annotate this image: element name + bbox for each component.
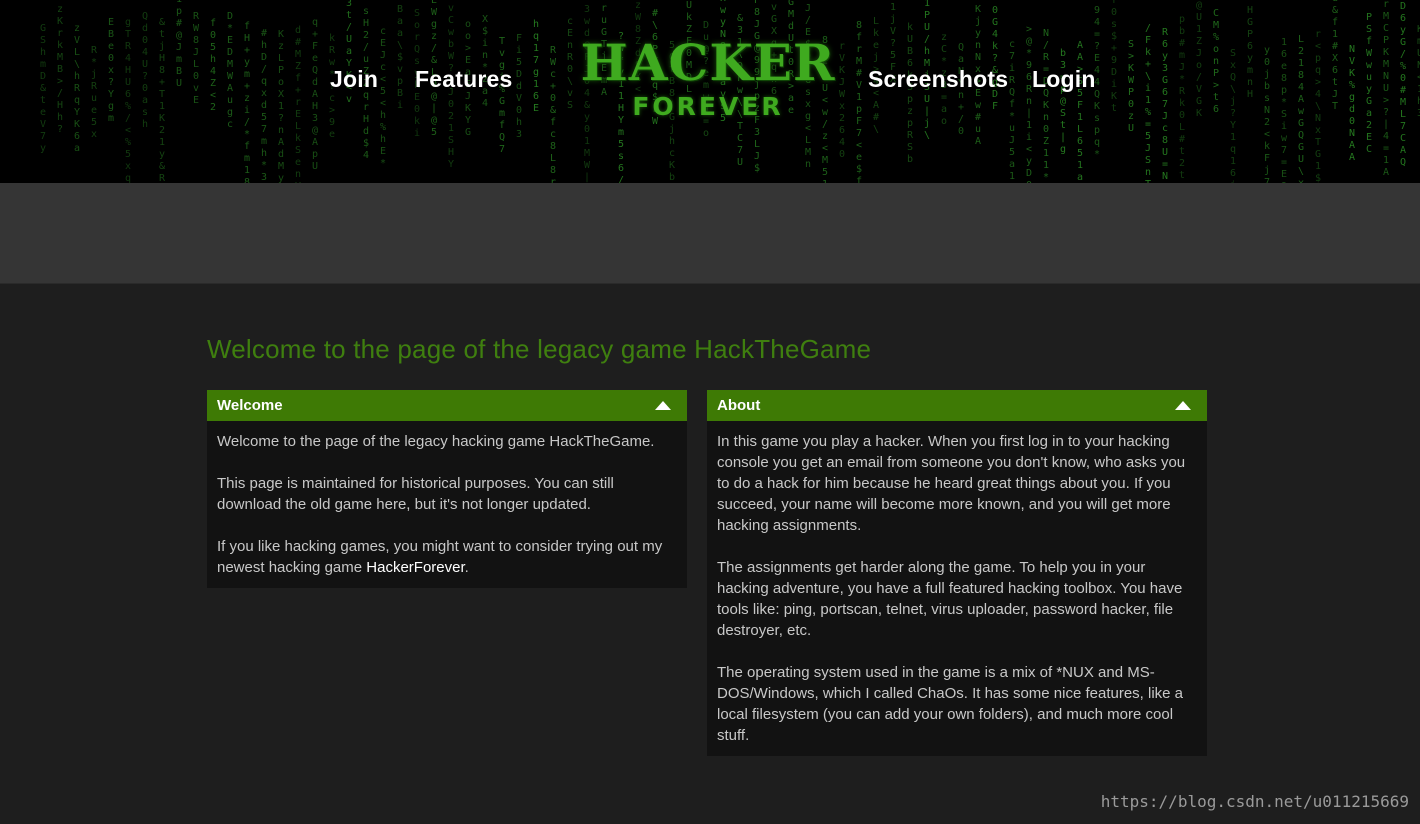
matrix-rain-column: A A > S 5 F 1 L 6 5 1 a bbox=[1077, 40, 1084, 183]
matrix-rain-column: 0 G 4 k ? & g D F bbox=[992, 5, 999, 112]
matrix-rain-column: S > K W P 0 z U bbox=[1128, 39, 1135, 134]
matrix-rain-column: F i 5 D d V 0 h 3 bbox=[516, 33, 523, 140]
matrix-rain-column: u & f 1 # X 6 t J T bbox=[1332, 0, 1339, 112]
logo-sub-text: FOREVER bbox=[632, 92, 784, 121]
matrix-rain-column: h q 1 7 g 1 6 E bbox=[533, 19, 540, 114]
matrix-rain-column: E B e 0 x ? Y g m bbox=[108, 17, 115, 124]
matrix-rain-column: G S h m D & t e V 7 y bbox=[40, 23, 47, 154]
welcome-paragraph-2: This page is maintained for historical p… bbox=[217, 475, 614, 513]
nav-screenshots[interactable]: Screenshots bbox=[868, 66, 1008, 93]
matrix-rain-column: z K r k M B > / H h ? bbox=[57, 4, 64, 135]
matrix-rain-column: * H G P 6 y m n H bbox=[1247, 0, 1254, 100]
matrix-rain-column: B a a \ $ v p B i bbox=[397, 4, 404, 111]
matrix-rain-column: c E J c < 5 < h % h E * bbox=[380, 26, 387, 169]
matrix-rain-column: N / R = D Q K n 0 Z 1 1 * B bbox=[1043, 28, 1050, 183]
matrix-rain-column: b 3 = p @ S t | g bbox=[1060, 48, 1067, 155]
matrix-rain-column: L 2 1 8 4 A w G Q G U \ x bbox=[1298, 34, 1305, 183]
page-title: Welcome to the page of the legacy game H… bbox=[207, 334, 872, 364]
welcome-paragraph-3-end: . bbox=[464, 559, 469, 576]
matrix-rain-column: P S f W w u y G a 2 E C bbox=[1366, 12, 1373, 155]
matrix-rain-column: > @ * 9 6 R n | 1 i < y D 0 bbox=[1026, 24, 1033, 183]
matrix-rain-column: S x Q \ j ? Y 1 q 1 6 j n D bbox=[1230, 48, 1237, 183]
matrix-rain-column: N V K % g d 0 N A A bbox=[1349, 44, 1356, 163]
matrix-rain-column: g T R 4 H U 6 % / < % 5 x q bbox=[125, 17, 132, 183]
welcome-paragraph-1: Welcome to the page of the legacy hackin… bbox=[217, 433, 655, 450]
matrix-rain-column: d # M Z f + r E L k S e n Y A bbox=[295, 25, 302, 183]
welcome-panel-title: Welcome bbox=[217, 397, 283, 414]
matrix-rain-column: D 6 y G / % 0 # M L 7 C A Q bbox=[1400, 1, 1407, 168]
matrix-rain-column: 8 f r M # V 1 p F 7 < e $ f bbox=[856, 20, 863, 183]
caret-up-icon[interactable] bbox=[655, 401, 671, 410]
hackerforever-link[interactable]: HackerForever bbox=[366, 559, 464, 576]
matrix-rain-column: Q d 0 4 U ? 0 a s h bbox=[142, 11, 149, 130]
matrix-rain-column: f 0 s $ + 9 D i K t bbox=[1111, 0, 1118, 114]
about-panel-body: In this game you play a hacker. When you… bbox=[707, 421, 1207, 756]
welcome-panel: Welcome Welcome to the page of the legac… bbox=[207, 390, 687, 588]
matrix-rain-column: f H + y m + z i / * f m 1 8 = bbox=[244, 21, 251, 183]
matrix-rain-column: T v g i % G m f Q 7 bbox=[499, 36, 506, 155]
watermark-url: https://blog.csdn.net/u011215669 bbox=[1100, 792, 1409, 811]
about-panel: About In this game you play a hacker. Wh… bbox=[707, 390, 1207, 756]
caret-up-icon[interactable] bbox=[1175, 401, 1191, 410]
matrix-rain-column: k U B 6 k S p z p R S b bbox=[907, 22, 914, 165]
welcome-panel-header[interactable]: Welcome bbox=[207, 390, 687, 421]
matrix-rain-column: K z L P o X 1 ? n A d M y R 4 bbox=[278, 29, 285, 183]
matrix-rain-column: R W c + 0 & f c 8 L 8 r t Z bbox=[550, 45, 557, 183]
about-panel-title: About bbox=[717, 397, 761, 414]
matrix-rain-column: q + F e Q d A H 3 @ A p U bbox=[312, 17, 319, 172]
matrix-rain-column: C M % o n P > t 6 bbox=[1213, 8, 1220, 115]
matrix-rain-column: R * j R u e 5 x bbox=[91, 45, 98, 140]
welcome-paragraph-3: If you like hacking games, you might wan… bbox=[217, 536, 677, 578]
matrix-rain-column: # h D / q x d 5 7 m h * 3 B b bbox=[261, 28, 268, 183]
nav-features[interactable]: Features bbox=[415, 66, 512, 93]
matrix-rain-column: R W 8 J L 0 v E bbox=[193, 11, 200, 106]
matrix-rain-column: D * E D M W A u g c bbox=[227, 11, 234, 130]
hacker-forever-logo[interactable]: HACKER FOREVER bbox=[566, 32, 850, 128]
matrix-rain-column: & t j H 8 + T 1 K 2 1 y & R # bbox=[159, 17, 166, 183]
about-panel-header[interactable]: About bbox=[707, 390, 1207, 421]
matrix-rain-column: z V L \ h R q Y K 6 a bbox=[74, 23, 81, 154]
welcome-panel-body: Welcome to the page of the legacy hackin… bbox=[207, 421, 687, 588]
matrix-rain-column: f 0 5 h 4 Z < 2 bbox=[210, 18, 217, 113]
about-paragraph-1: In this game you play a hacker. When you… bbox=[717, 433, 1186, 534]
matrix-rain-column: c 7 i R Q f * u J 5 a 1 T % bbox=[1009, 39, 1016, 182]
matrix-rain-column: 1 p # @ J m B U bbox=[176, 0, 183, 89]
header-band bbox=[0, 183, 1420, 284]
nav-login[interactable]: Login bbox=[1032, 66, 1096, 93]
matrix-rain-column: / F k + \ i 1 % = 5 J S n T bbox=[1145, 23, 1152, 183]
matrix-rain-column: X $ i n * z a 4 bbox=[482, 14, 489, 109]
matrix-rain-column: 1 6 e 8 p * S i w 7 = E 9 bbox=[1281, 37, 1288, 183]
matrix-rain-column: p b # m J * R k 0 L # t 2 t bbox=[1179, 14, 1186, 181]
nav-join[interactable]: Join bbox=[330, 66, 378, 93]
about-paragraph-2: The assignments get harder along the gam… bbox=[717, 559, 1183, 639]
logo-main-text: HACKER bbox=[580, 33, 836, 92]
matrix-rain-column: R 6 y 3 G 6 7 J c 8 U = N bbox=[1162, 27, 1169, 182]
matrix-rain-column: r < p q > 4 \ N x T G 1 $ bbox=[1315, 29, 1322, 183]
about-paragraph-3: The operating system used in the game is… bbox=[717, 664, 1184, 744]
matrix-rain-column: r M C P K M N U > ? | 4 = 1 A bbox=[1383, 0, 1390, 178]
matrix-rain-column: y 0 j b s N 2 < k F j 7 / v bbox=[1264, 45, 1271, 183]
site-header: G S h m D & t e V 7 y z K r k M B > / H … bbox=[0, 0, 1420, 183]
matrix-rain-column: @ U 1 Z J o / V G K bbox=[1196, 0, 1203, 119]
